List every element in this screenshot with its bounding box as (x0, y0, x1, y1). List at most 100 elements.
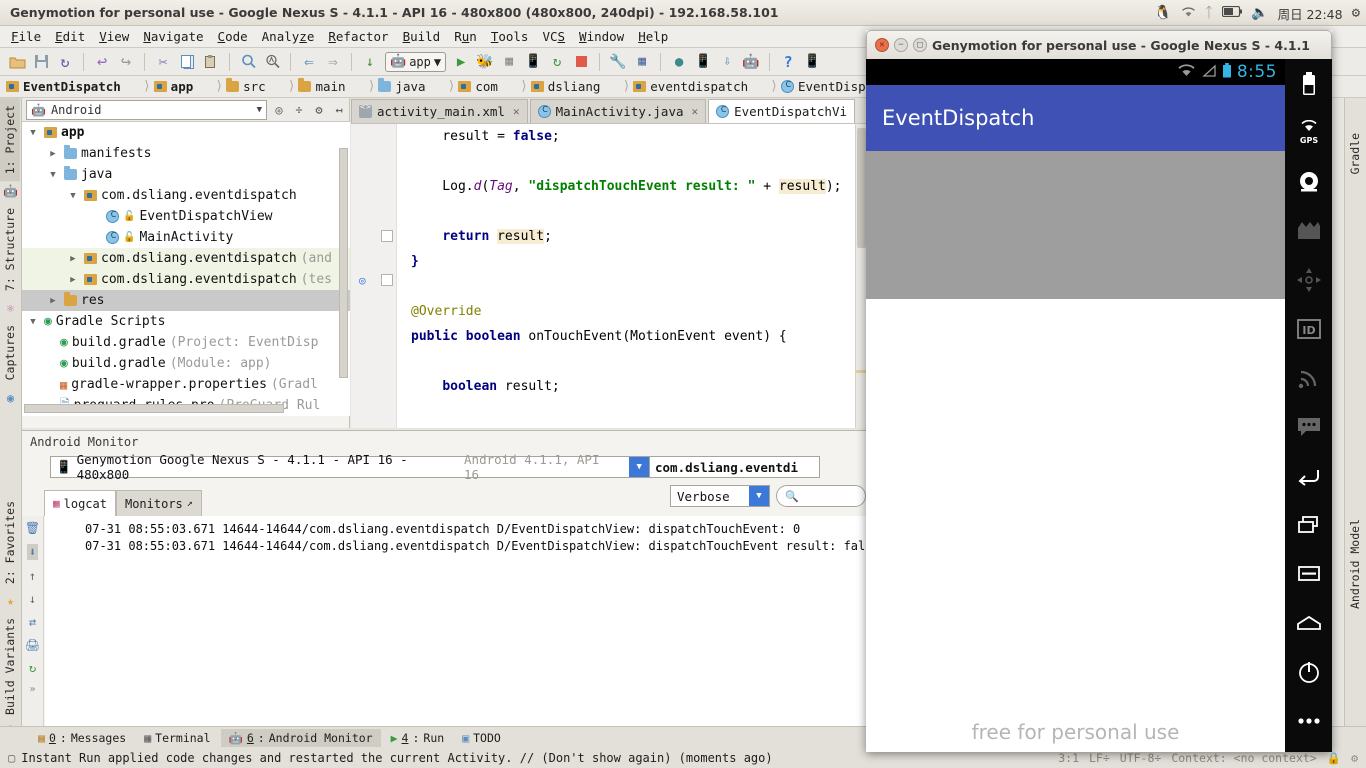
debug-icon[interactable]: 🐝 (474, 51, 496, 73)
sidebar-item-favorites[interactable]: 2: Favorites (0, 494, 20, 591)
twisty-icon[interactable]: ▼ (26, 128, 40, 138)
update-project-icon[interactable]: ↓ (359, 51, 381, 73)
help-icon[interactable]: ? (777, 51, 799, 73)
menu-item-code[interactable]: Code (211, 28, 255, 45)
sidebar-item-captures[interactable]: Captures (0, 318, 20, 387)
tree-row[interactable]: ▼ java (22, 164, 350, 185)
project-view-selector[interactable]: 🤖 Android ▼ (26, 100, 267, 120)
sms-icon[interactable] (1285, 402, 1332, 451)
gps-icon[interactable]: GPS (1285, 108, 1332, 157)
code-area[interactable]: result = false; Log.d(Tag, "dispatchTouc… (351, 124, 866, 428)
redo-icon[interactable]: ↪ (115, 51, 137, 73)
volume-icon[interactable]: 🔈 (1251, 6, 1268, 20)
twisty-icon[interactable]: ▶ (46, 296, 60, 306)
project-tree-vscrollbar[interactable] (339, 148, 348, 378)
breadcrumb-item-4[interactable]: java (376, 79, 446, 94)
settings-icon[interactable]: ⚙ (309, 100, 329, 120)
back-icon[interactable] (1285, 451, 1332, 500)
network-icon[interactable] (1285, 353, 1332, 402)
twisty-icon[interactable]: ▼ (26, 317, 40, 327)
editor-vscroll-thumb[interactable] (857, 128, 866, 248)
bottom-tab-android-monitor[interactable]: 🤖 6: Android Monitor (221, 729, 381, 747)
rerun-icon[interactable]: ↻ (546, 51, 568, 73)
encoding[interactable]: UTF-8÷ (1120, 751, 1162, 765)
twisty-icon[interactable]: ▶ (66, 275, 80, 285)
sidebar-item-build-variants[interactable]: Build Variants (0, 611, 20, 722)
find-replace-icon[interactable] (261, 51, 283, 73)
scroll-to-end-icon[interactable]: ⬇ (27, 544, 38, 560)
override-marker-icon[interactable]: ◎ (359, 274, 366, 287)
run-configuration-selector[interactable]: 🤖 app ▼ (385, 52, 446, 72)
sidebar-item-android-model[interactable]: Android Model (1345, 512, 1365, 616)
tree-row[interactable]: ▶ com.dsliang.eventdispatch (tes (22, 269, 350, 290)
editor-tab-activity-main-xml[interactable]: activity_main.xml ✕ (351, 99, 528, 123)
minimize-icon[interactable]: − (894, 38, 908, 52)
restart-icon[interactable]: ↻ (29, 661, 36, 675)
tree-row[interactable]: ▼ com.dsliang.eventdispatch (22, 185, 350, 206)
sync-icon[interactable]: ↻ (54, 51, 76, 73)
tree-row[interactable]: ◉ build.gradle (Module: app) (22, 353, 350, 374)
breadcrumb-item-3[interactable]: main (296, 79, 366, 94)
genymotion-window[interactable]: ✕ − □ Genymotion for personal use - Goog… (866, 30, 1332, 752)
hide-icon[interactable]: ↤ (329, 100, 349, 120)
down-arrow-icon[interactable]: ↓ (29, 592, 36, 606)
twisty-icon[interactable]: ▶ (66, 254, 80, 264)
tree-row[interactable]: ◉ build.gradle (Project: EventDisp (22, 332, 350, 353)
more-icon[interactable] (1285, 696, 1332, 745)
up-arrow-icon[interactable]: ↑ (29, 569, 36, 583)
project-tree-hscrollbar[interactable] (24, 404, 284, 413)
event-log-icon[interactable]: ⚙ (1351, 751, 1358, 765)
collapse-all-icon[interactable]: ÷ (289, 100, 309, 120)
breadcrumb-item-1[interactable]: app (152, 79, 215, 94)
sidebar-item-project[interactable]: 1: Project (0, 98, 20, 181)
tree-row[interactable]: ▼ app (22, 122, 350, 143)
pixel-move-icon[interactable] (1285, 255, 1332, 304)
twisty-icon[interactable]: ▼ (66, 191, 80, 201)
fold-collapse-icon[interactable] (381, 274, 393, 286)
log-level-selector[interactable]: Verbose ▼ (670, 485, 770, 507)
camera-icon[interactable] (1285, 157, 1332, 206)
save-all-icon[interactable] (30, 51, 52, 73)
tree-row[interactable]: ▦ gradle-wrapper.properties (Gradl (22, 374, 350, 395)
lock-icon[interactable]: 🔒 (1327, 751, 1341, 765)
menu-item-vcs[interactable]: VCS (535, 28, 572, 45)
bottom-tab-run[interactable]: ▶ 4: Run (383, 729, 453, 747)
menu-item-file[interactable]: FFileile (4, 28, 48, 45)
paste-icon[interactable] (200, 51, 222, 73)
home-icon[interactable] (1285, 598, 1332, 647)
menu-item-tools[interactable]: Tools (484, 28, 536, 45)
breadcrumb-item-0[interactable]: EventDispatch (4, 79, 142, 94)
close-icon[interactable]: ✕ (875, 38, 889, 52)
tree-row[interactable]: ▶ res (22, 290, 350, 311)
editor-vscrollbar[interactable] (855, 124, 866, 428)
tree-row[interactable]: ▶ manifests (22, 143, 350, 164)
back-icon[interactable]: ⇐ (298, 51, 320, 73)
sidebar-item-gradle[interactable]: Gradle (1345, 126, 1365, 182)
close-icon[interactable]: ✕ (513, 105, 520, 118)
menu-item-analyze[interactable]: Analyze (255, 28, 322, 45)
soft-wrap-icon[interactable]: ⇄ (29, 615, 36, 629)
device-manager-icon[interactable]: 📱 (692, 51, 714, 73)
breadcrumb-item-5[interactable]: com (456, 79, 519, 94)
bottom-tab-todo[interactable]: ▣ TODO (454, 729, 509, 747)
menu-item-run[interactable]: Run (447, 28, 484, 45)
twisty-icon[interactable]: ▶ (46, 149, 60, 159)
video-icon[interactable] (1285, 206, 1332, 255)
power-icon[interactable] (1285, 647, 1332, 696)
chevron-down-icon[interactable]: ▼ (749, 486, 769, 506)
editor-tab-eventdispatchview-java[interactable]: EventDispatchVi (708, 99, 855, 123)
id-icon[interactable]: ID (1285, 304, 1332, 353)
breadcrumb-item-6[interactable]: dsliang (529, 79, 622, 94)
twisty-icon[interactable]: ▼ (46, 170, 60, 180)
stop-icon[interactable] (570, 51, 592, 73)
find-icon[interactable] (237, 51, 259, 73)
forward-icon[interactable]: ⇒ (322, 51, 344, 73)
target-icon[interactable]: ◎ (269, 100, 289, 120)
breadcrumb-item-2[interactable]: src (224, 79, 287, 94)
attach-debugger-icon[interactable]: 📱 (522, 51, 544, 73)
run-icon[interactable]: ▶ (450, 51, 472, 73)
fold-collapse-icon[interactable] (381, 230, 393, 242)
logcat-search-input[interactable]: 🔍 (776, 485, 866, 507)
tree-row[interactable]: 🔓 MainActivity (22, 227, 350, 248)
menu-icon[interactable] (1285, 549, 1332, 598)
